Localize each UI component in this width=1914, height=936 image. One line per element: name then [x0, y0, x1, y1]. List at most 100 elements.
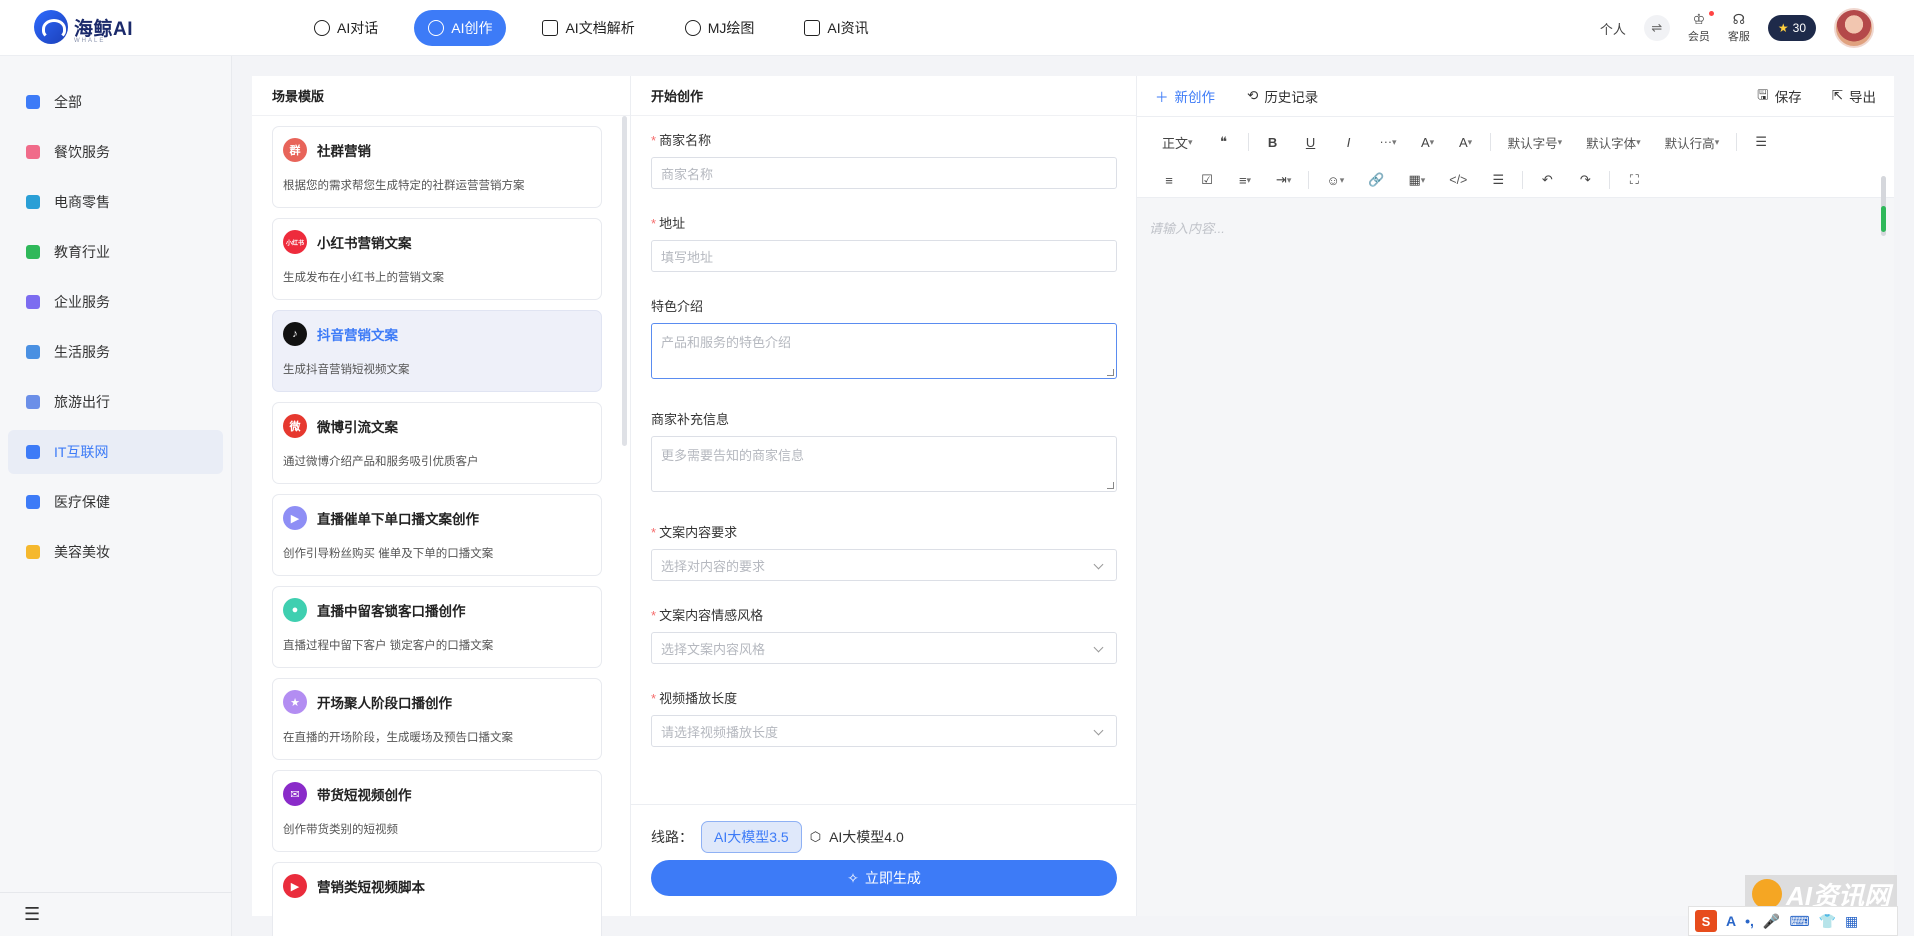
nav-ai-chat[interactable]: AI对话 [300, 10, 392, 46]
sidebar-item[interactable]: 生活服务 [8, 330, 223, 374]
template-card[interactable]: ● 直播中留客锁客口播创作 直播过程中留下客户 锁定客户的口播文案 [272, 586, 602, 668]
sidebar-item[interactable]: 旅游出行 [8, 380, 223, 424]
fullscreen-icon[interactable]: ⛶ [1620, 166, 1648, 194]
font-family-select[interactable]: 默认字体 ▾ [1579, 128, 1648, 156]
template-name: 社群营销 [317, 144, 371, 159]
sidebar-item[interactable]: 餐饮服务 [8, 130, 223, 174]
emoji-icon[interactable]: ☺ ▾ [1319, 166, 1351, 194]
template-card[interactable]: 群社群营销 根据您的需求帮您生成特定的社群运营营销方案 [272, 126, 602, 208]
dropdown-caret-icon: ▾ [1420, 174, 1426, 185]
line-height-select[interactable]: 默认行高 ▾ [1658, 128, 1727, 156]
background-color-icon[interactable]: A ▾ [1452, 128, 1480, 156]
toolbar-button-label: 默认字体 [1586, 136, 1637, 151]
menu-toggle-button[interactable]: ☰ [0, 892, 232, 936]
new-creation-button[interactable]: ＋ 新创作 [1155, 86, 1215, 106]
history-button[interactable]: ⟲ 历史记录 [1247, 86, 1318, 106]
sidebar-item[interactable]: 全部 [8, 80, 223, 124]
template-card[interactable]: 微微博引流文案 通过微博介绍产品和服务吸引优质客户 [272, 402, 602, 484]
nav-ai-create[interactable]: AI创作 [414, 10, 507, 46]
logo[interactable]: 海鲸AI WHALE [34, 10, 133, 44]
underline-icon[interactable]: U [1297, 128, 1325, 156]
numbered-list-icon[interactable]: ≡ [1155, 166, 1183, 194]
sidebar-item-label: 美容美妆 [54, 544, 110, 560]
font-size-select[interactable]: 默认字号 ▾ [1501, 128, 1570, 156]
text-input[interactable]: 填写地址 [651, 240, 1117, 272]
required-mark: * [651, 608, 657, 623]
template-name: 营销类短视频脚本 [317, 880, 425, 895]
personal-label[interactable]: 个人 [1600, 19, 1626, 38]
redo-icon[interactable]: ↷ [1571, 166, 1599, 194]
toolbar-button-label: A [1420, 134, 1430, 150]
editor-content-area[interactable]: 请输入内容... [1137, 198, 1894, 916]
form-group: 商家补充信息 更多需要告知的商家信息 [651, 409, 1117, 492]
bullet-list-icon[interactable]: ☰ [1747, 128, 1775, 156]
generate-button[interactable]: ✧ 立即生成 [651, 860, 1117, 896]
todo-list-icon[interactable]: ☑ [1193, 166, 1221, 194]
template-card[interactable]: ★ 开场聚人阶段口播创作 在直播的开场阶段，生成暖场及预告口播文案 [272, 678, 602, 760]
code-icon[interactable]: </> [1442, 166, 1474, 194]
toolbar-button-label: I [1346, 134, 1351, 150]
service-button[interactable]: ☊ 客服 [1728, 12, 1750, 44]
textarea-field[interactable]: 产品和服务的特色介绍 [651, 323, 1117, 379]
sidebar-item[interactable]: 教育行业 [8, 230, 223, 274]
nav-mj-draw[interactable]: MJ绘图 [671, 10, 769, 46]
sidebar-item[interactable]: 医疗保健 [8, 480, 223, 524]
select-field[interactable]: 选择对内容的要求 [651, 549, 1117, 581]
nav-ai-doc[interactable]: AI文档解析 [528, 10, 648, 46]
sidebar-item[interactable]: 美容美妆 [8, 530, 223, 574]
dropdown-caret-icon: ▾ [1557, 136, 1563, 147]
textarea-field[interactable]: 更多需要告知的商家信息 [651, 436, 1117, 492]
quote-icon[interactable]: ❝ [1210, 128, 1238, 156]
template-card[interactable]: ♪ 抖音营销文案 生成抖音营销短视频文案 [272, 310, 602, 392]
whale-logo-icon [34, 10, 68, 44]
template-scrollbar[interactable] [622, 116, 627, 446]
ime-toolbar[interactable]: S A •, 🎤 ⌨ 👕 ▦ [1688, 906, 1898, 936]
keyboard-icon: ⌨ [1789, 912, 1810, 929]
field-label-text: 文案内容要求 [659, 525, 738, 540]
template-card[interactable]: ✉ 带货短视频创作 创作带货类别的短视频 [272, 770, 602, 852]
member-button[interactable]: ♔ 会员 [1688, 11, 1714, 44]
sidebar-item[interactable]: 企业服务 [8, 280, 223, 324]
sidebar-item[interactable]: IT互联网 [8, 430, 223, 474]
model-3-5-option[interactable]: AI大模型3.5 [701, 821, 802, 853]
template-name: 带货短视频创作 [317, 788, 412, 803]
text-input[interactable]: 商家名称 [651, 157, 1117, 189]
swap-icon[interactable]: ⇌ [1643, 15, 1670, 41]
hexagon-icon: ⬡ [809, 829, 822, 844]
template-card[interactable]: 小红书 小红书营销文案 生成发布在小红书上的营销文案 [272, 218, 602, 300]
save-button[interactable]: 🖫 保存 [1757, 85, 1802, 108]
paragraph-style-select[interactable]: 正文 ▾ [1155, 128, 1200, 156]
headset-icon: ☊ [1732, 11, 1746, 27]
form-group: * 视频播放长度 请选择视频播放长度 [651, 688, 1117, 747]
resize-handle-icon[interactable] [1107, 482, 1114, 489]
template-name: 小红书营销文案 [317, 236, 412, 251]
avatar[interactable] [1834, 8, 1874, 48]
export-button[interactable]: ⇱ 导出 [1832, 85, 1876, 108]
resize-handle-icon[interactable] [1107, 369, 1114, 376]
indent-icon[interactable]: ⇥ ▾ [1269, 166, 1298, 194]
select-field[interactable]: 选择文案内容风格 [651, 632, 1117, 664]
table-icon[interactable]: ▦ ▾ [1401, 166, 1432, 194]
sidebar-item-label: 餐饮服务 [54, 144, 110, 160]
editor-placeholder: 请输入内容... [1149, 221, 1225, 236]
sidebar-item[interactable]: 电商零售 [8, 180, 223, 224]
more-icon[interactable]: ··· ▾ [1373, 128, 1404, 156]
field-label-text: 地址 [659, 216, 686, 231]
undo-icon[interactable]: ↶ [1533, 166, 1561, 194]
template-icon: 微 [283, 414, 307, 438]
select-field[interactable]: 请选择视频播放长度 [651, 715, 1117, 747]
link-icon[interactable]: 🔗 [1361, 166, 1391, 194]
points-badge[interactable]: ★ 30 [1767, 15, 1816, 41]
template-card[interactable]: ▶ 营销类短视频脚本 [272, 862, 602, 936]
template-card[interactable]: ▶ 直播催单下单口播文案创作 创作引导粉丝购买 催单及下单的口播文案 [272, 494, 602, 576]
toolbar-button-label: 🔗 [1368, 172, 1385, 187]
bold-icon[interactable]: B [1259, 128, 1287, 156]
route-label: 线路： [651, 829, 693, 845]
font-color-icon[interactable]: A ▾ [1414, 128, 1442, 156]
model-4-0-option[interactable]: AI大模型4.0 [829, 827, 904, 847]
divider-icon[interactable]: ☰ [1484, 166, 1512, 194]
nav-ai-news[interactable]: AI资讯 [790, 10, 882, 46]
toolbar-button-label: ⛶ [1629, 172, 1639, 187]
align-icon[interactable]: ≡ ▾ [1231, 166, 1259, 194]
italic-icon[interactable]: I [1335, 128, 1363, 156]
